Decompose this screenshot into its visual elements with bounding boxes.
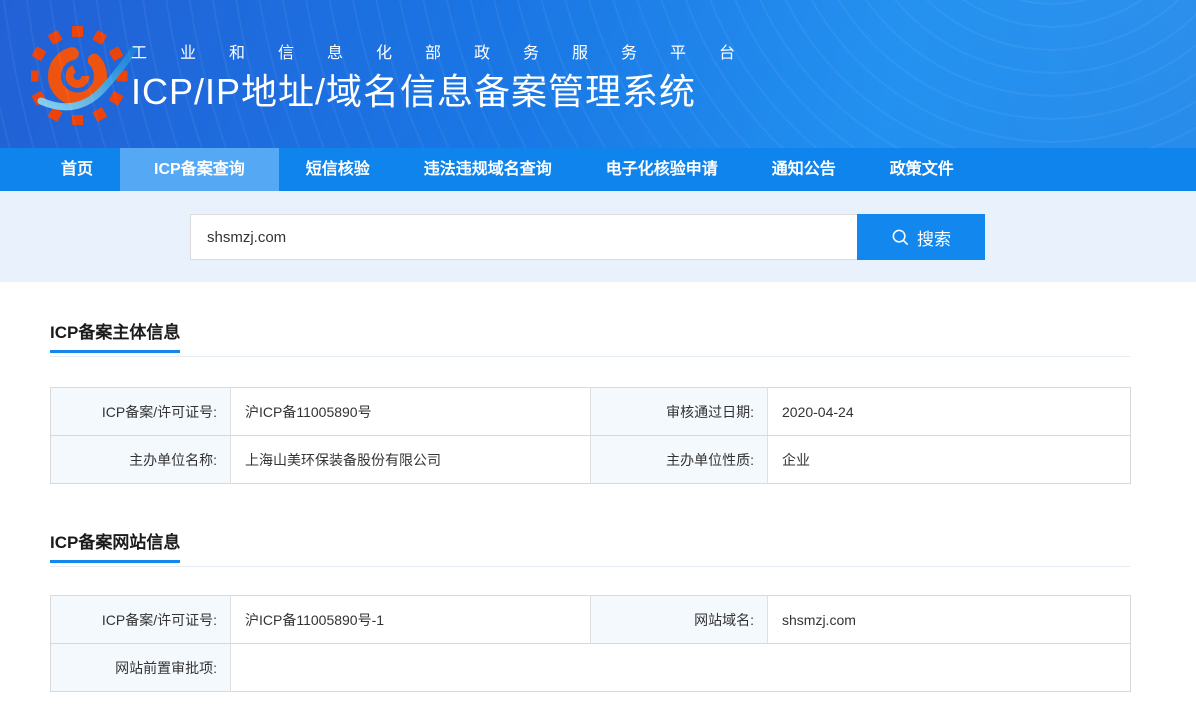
search-band: 搜索 <box>0 191 1196 282</box>
value-pre-approval-item <box>231 644 1131 692</box>
section-title-subject: ICP备案主体信息 <box>50 318 180 353</box>
section-icp-subject-info: ICP备案主体信息 ICP备案/许可证号: 沪ICP备11005890号 审核通… <box>50 282 1130 484</box>
header-titles: 工业和信息化部政务服务平台 ICP/IP地址/域名信息备案管理系统 <box>131 44 768 114</box>
search-box: 搜索 <box>190 214 1196 260</box>
section-divider <box>50 566 1130 567</box>
nav-item-illegal-domain-query[interactable]: 违法违规域名查询 <box>397 148 579 191</box>
value-website-icp-license-number: 沪ICP备11005890号-1 <box>231 596 591 644</box>
table-row: 主办单位名称: 上海山美环保装备股份有限公司 主办单位性质: 企业 <box>51 436 1131 484</box>
system-title: ICP/IP地址/域名信息备案管理系统 <box>131 70 768 114</box>
section-title-website: ICP备案网站信息 <box>50 528 180 563</box>
search-button-label: 搜索 <box>917 225 951 250</box>
value-website-domain: shsmzj.com <box>768 596 1131 644</box>
table-row: 网站前置审批项: <box>51 644 1131 692</box>
nav-item-sms-verify[interactable]: 短信核验 <box>279 148 397 191</box>
site-header: 工业和信息化部政务服务平台 ICP/IP地址/域名信息备案管理系统 <box>0 0 1196 148</box>
subject-info-table: ICP备案/许可证号: 沪ICP备11005890号 审核通过日期: 2020-… <box>50 387 1131 484</box>
label-organizer-nature: 主办单位性质: <box>591 436 768 484</box>
section-icp-website-info: ICP备案网站信息 ICP备案/许可证号: 沪ICP备11005890号-1 网… <box>50 484 1130 692</box>
value-organizer-nature: 企业 <box>768 436 1131 484</box>
search-icon <box>891 228 909 246</box>
value-icp-license-number: 沪ICP备11005890号 <box>231 388 591 436</box>
label-website-icp-license-number: ICP备案/许可证号: <box>51 596 231 644</box>
value-approval-date: 2020-04-24 <box>768 388 1131 436</box>
icp-filing-page: 工业和信息化部政务服务平台 ICP/IP地址/域名信息备案管理系统 首页 ICP… <box>0 0 1196 718</box>
value-organizer-name: 上海山美环保装备股份有限公司 <box>231 436 591 484</box>
label-icp-license-number: ICP备案/许可证号: <box>51 388 231 436</box>
label-organizer-name: 主办单位名称: <box>51 436 231 484</box>
platform-name: 工业和信息化部政务服务平台 <box>131 44 768 64</box>
label-approval-date: 审核通过日期: <box>591 388 768 436</box>
table-row: ICP备案/许可证号: 沪ICP备11005890号 审核通过日期: 2020-… <box>51 388 1131 436</box>
search-input[interactable] <box>190 214 857 260</box>
nav-item-notices[interactable]: 通知公告 <box>745 148 863 191</box>
nav-item-home[interactable]: 首页 <box>34 148 120 191</box>
nav-item-e-verification[interactable]: 电子化核验申请 <box>579 148 745 191</box>
main-nav: 首页 ICP备案查询 短信核验 违法违规域名查询 电子化核验申请 通知公告 政策… <box>0 148 1196 191</box>
label-website-domain: 网站域名: <box>591 596 768 644</box>
website-info-table: ICP备案/许可证号: 沪ICP备11005890号-1 网站域名: shsmz… <box>50 595 1131 692</box>
nav-item-policy-files[interactable]: 政策文件 <box>863 148 981 191</box>
search-button[interactable]: 搜索 <box>857 214 985 260</box>
table-row: ICP备案/许可证号: 沪ICP备11005890号-1 网站域名: shsmz… <box>51 596 1131 644</box>
main-content: ICP备案主体信息 ICP备案/许可证号: 沪ICP备11005890号 审核通… <box>0 282 1196 692</box>
miit-gear-logo-icon <box>31 25 141 125</box>
nav-item-icp-query[interactable]: ICP备案查询 <box>120 148 279 191</box>
section-divider <box>50 356 1130 357</box>
label-pre-approval-item: 网站前置审批项: <box>51 644 231 692</box>
